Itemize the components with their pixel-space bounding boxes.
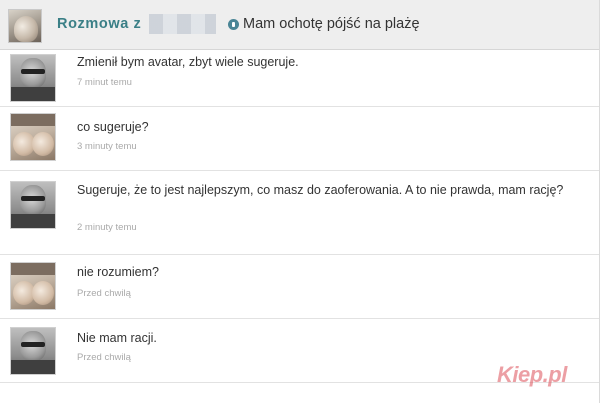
message-item: nie rozumiem? Przed chwilą [0, 255, 600, 319]
message-text: Sugeruje, że to jest najlepszym, co masz… [77, 183, 564, 197]
message-time: 3 minuty temu [77, 141, 137, 152]
avatar[interactable] [10, 262, 56, 310]
chat-window: Rozmowa z Mam ochotę pójść na plażę Zmie… [0, 0, 600, 403]
message-time: Przed chwilą [77, 352, 131, 363]
message-time: 2 minuty temu [77, 222, 137, 233]
watermark-logo: Kiep.pl [497, 362, 567, 387]
message-item: co sugeruje? 3 minuty temu [0, 107, 600, 171]
info-icon [228, 18, 239, 30]
message-text: Nie mam racji. [77, 331, 157, 345]
avatar[interactable] [10, 54, 56, 102]
contact-name-censored [149, 14, 216, 34]
message-item: Sugeruje, że to jest najlepszym, co masz… [0, 171, 600, 255]
avatar[interactable] [10, 327, 56, 375]
avatar[interactable] [10, 113, 56, 161]
message-time: 7 minut temu [77, 77, 132, 88]
avatar[interactable] [10, 181, 56, 229]
status-text: Mam ochotę pójść na plażę [243, 16, 420, 32]
message-time: Przed chwilą [77, 288, 131, 299]
message-text: Zmienił bym avatar, zbyt wiele sugeruje. [77, 55, 299, 69]
contact-avatar[interactable] [8, 9, 42, 43]
message-text: co sugeruje? [77, 120, 149, 134]
chat-title: Rozmowa z [57, 16, 142, 32]
message-text: nie rozumiem? [77, 265, 159, 279]
message-item: Zmienił bym avatar, zbyt wiele sugeruje.… [0, 50, 600, 107]
chat-header: Rozmowa z Mam ochotę pójść na plażę [0, 0, 600, 50]
contact-status: Mam ochotę pójść na plażę [228, 16, 420, 32]
